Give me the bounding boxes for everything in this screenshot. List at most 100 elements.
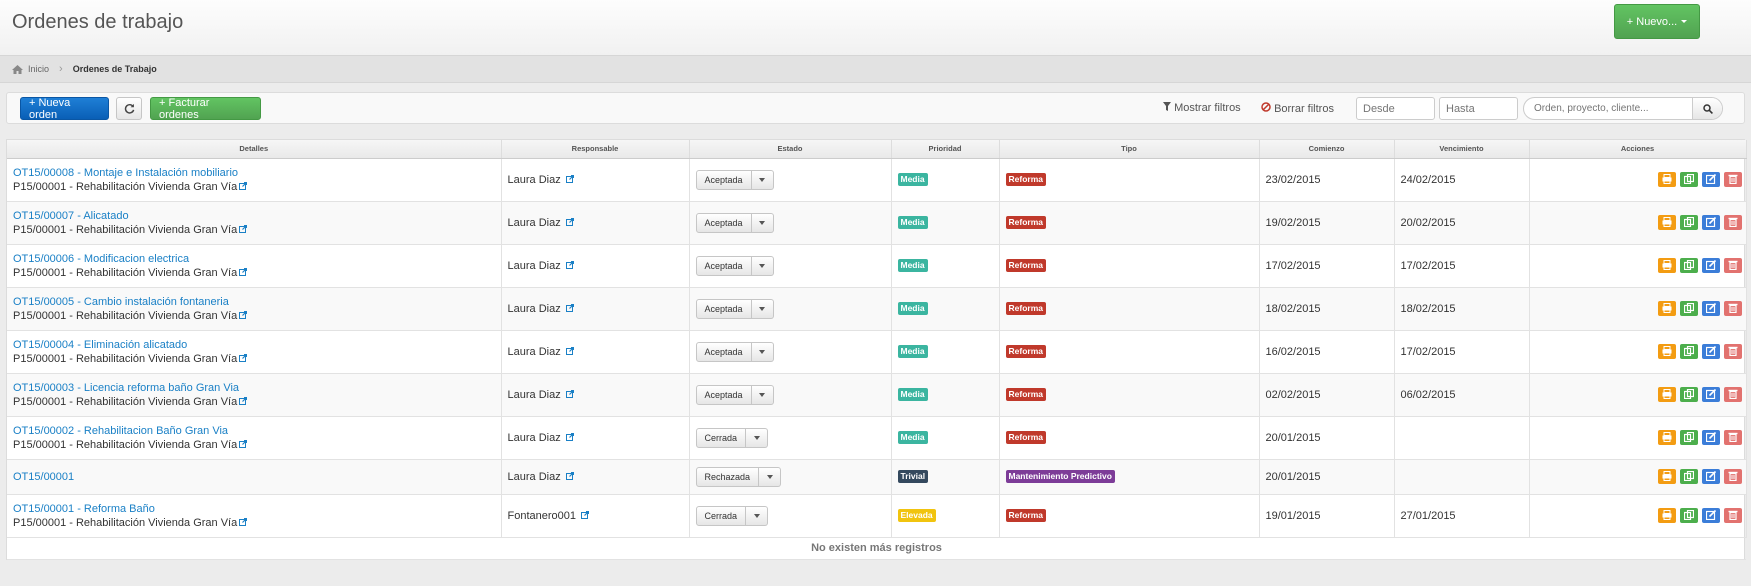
status-caret-button[interactable] [751, 298, 774, 319]
status-button[interactable]: Aceptada [695, 255, 752, 276]
column-header-detalles[interactable]: Detalles [7, 140, 502, 159]
refresh-button[interactable] [116, 97, 142, 120]
copy-button[interactable] [1679, 507, 1698, 523]
status-caret-button[interactable] [751, 212, 774, 233]
external-link-icon[interactable] [565, 260, 574, 271]
delete-button[interactable] [1723, 386, 1742, 402]
status-dropdown[interactable]: Aceptada [695, 169, 774, 190]
external-link-icon[interactable] [239, 517, 248, 528]
order-link[interactable]: OT15/00007 - Alicatado [13, 209, 495, 223]
external-link-icon[interactable] [239, 353, 248, 364]
status-dropdown[interactable]: Aceptada [695, 255, 774, 276]
column-header-vencimiento[interactable]: Vencimiento [1394, 140, 1530, 159]
show-filters-link[interactable]: Mostrar filtros [1163, 102, 1241, 114]
column-header-estado[interactable]: Estado [689, 140, 892, 159]
copy-button[interactable] [1679, 257, 1698, 273]
order-link[interactable]: OT15/00002 - Rehabilitacion Baño Gran Vi… [13, 424, 495, 438]
copy-button[interactable] [1679, 343, 1698, 359]
table-row[interactable]: OT15/00001 Laura Diaz Rechazada Trivial Man… [7, 459, 1747, 495]
status-button[interactable]: Aceptada [695, 341, 752, 362]
edit-button[interactable] [1701, 468, 1720, 484]
status-button[interactable]: Rechazada [695, 466, 760, 487]
status-button[interactable]: Aceptada [695, 169, 752, 190]
copy-button[interactable] [1679, 429, 1698, 445]
table-row[interactable]: OT15/00001 - Reforma Baño P15/00001 - Reh… [7, 494, 1747, 538]
column-header-prioridad[interactable]: Prioridad [891, 140, 1000, 159]
copy-button[interactable] [1679, 468, 1698, 484]
edit-button[interactable] [1701, 507, 1720, 523]
edit-button[interactable] [1701, 343, 1720, 359]
copy-button[interactable] [1679, 386, 1698, 402]
column-header-acciones[interactable]: Acciones [1529, 140, 1747, 159]
status-dropdown[interactable]: Cerrada [695, 505, 769, 526]
external-link-icon[interactable] [239, 396, 248, 407]
delete-button[interactable] [1723, 343, 1742, 359]
status-button[interactable]: Aceptada [695, 298, 752, 319]
column-header-tipo[interactable]: Tipo [999, 140, 1260, 159]
invoice-orders-button[interactable]: + Facturar ordenes [150, 97, 261, 121]
edit-button[interactable] [1701, 386, 1720, 402]
external-link-icon[interactable] [239, 181, 248, 192]
status-dropdown[interactable]: Aceptada [695, 341, 774, 362]
status-dropdown[interactable]: Aceptada [695, 384, 774, 405]
breadcrumb-home[interactable]: Inicio [28, 64, 49, 74]
delete-button[interactable] [1723, 214, 1742, 230]
status-caret-button[interactable] [751, 255, 774, 276]
new-order-button[interactable]: + Nueva orden [20, 97, 109, 121]
status-button[interactable]: Aceptada [695, 384, 752, 405]
edit-button[interactable] [1701, 257, 1720, 273]
print-button[interactable] [1657, 171, 1676, 187]
status-dropdown[interactable]: Aceptada [695, 212, 774, 233]
edit-button[interactable] [1701, 171, 1720, 187]
delete-button[interactable] [1723, 429, 1742, 445]
status-caret-button[interactable] [746, 427, 769, 448]
from-date-input[interactable] [1356, 97, 1435, 120]
order-link[interactable]: OT15/00006 - Modificacion electrica [13, 252, 495, 266]
table-row[interactable]: OT15/00002 - Rehabilitacion Baño Gran Vi… [7, 416, 1747, 460]
table-row[interactable]: OT15/00005 - Cambio instalación fontaner… [7, 287, 1747, 331]
search-input[interactable] [1524, 98, 1692, 119]
external-link-icon[interactable] [565, 217, 574, 228]
external-link-icon[interactable] [239, 439, 248, 450]
external-link-icon[interactable] [565, 389, 574, 400]
status-caret-button[interactable] [759, 466, 782, 487]
print-button[interactable] [1657, 386, 1676, 402]
delete-button[interactable] [1723, 171, 1742, 187]
print-button[interactable] [1657, 507, 1676, 523]
external-link-icon[interactable] [565, 471, 574, 482]
new-menu-button[interactable]: + Nuevo... [1614, 4, 1700, 39]
delete-button[interactable] [1723, 507, 1742, 523]
status-caret-button[interactable] [751, 341, 774, 362]
delete-button[interactable] [1723, 257, 1742, 273]
external-link-icon[interactable] [239, 224, 248, 235]
print-button[interactable] [1657, 468, 1676, 484]
edit-button[interactable] [1701, 214, 1720, 230]
order-link[interactable]: OT15/00005 - Cambio instalación fontaner… [13, 295, 495, 309]
order-link[interactable]: OT15/00001 [13, 470, 495, 484]
table-row[interactable]: OT15/00007 - Alicatado P15/00001 - Rehabi… [7, 201, 1747, 245]
external-link-icon[interactable] [565, 432, 574, 443]
status-caret-button[interactable] [751, 169, 774, 190]
external-link-icon[interactable] [565, 303, 574, 314]
status-button[interactable]: Cerrada [695, 427, 747, 448]
print-button[interactable] [1657, 343, 1676, 359]
table-row[interactable]: OT15/00003 - Licencia reforma baño Gran … [7, 373, 1747, 417]
to-date-input[interactable] [1439, 97, 1518, 120]
delete-button[interactable] [1723, 468, 1742, 484]
external-link-icon[interactable] [565, 346, 574, 357]
status-dropdown[interactable]: Cerrada [695, 427, 769, 448]
table-row[interactable]: OT15/00006 - Modificacion electrica P15/0… [7, 244, 1747, 288]
status-button[interactable]: Cerrada [695, 505, 747, 526]
clear-filters-link[interactable]: Borrar filtros [1261, 102, 1334, 115]
edit-button[interactable] [1701, 300, 1720, 316]
copy-button[interactable] [1679, 214, 1698, 230]
column-header-comienzo[interactable]: Comienzo [1259, 140, 1395, 159]
status-caret-button[interactable] [746, 505, 769, 526]
copy-button[interactable] [1679, 171, 1698, 187]
external-link-icon[interactable] [581, 510, 590, 521]
external-link-icon[interactable] [239, 267, 248, 278]
external-link-icon[interactable] [239, 310, 248, 321]
status-dropdown[interactable]: Aceptada [695, 298, 774, 319]
search-button[interactable] [1692, 98, 1722, 119]
delete-button[interactable] [1723, 300, 1742, 316]
